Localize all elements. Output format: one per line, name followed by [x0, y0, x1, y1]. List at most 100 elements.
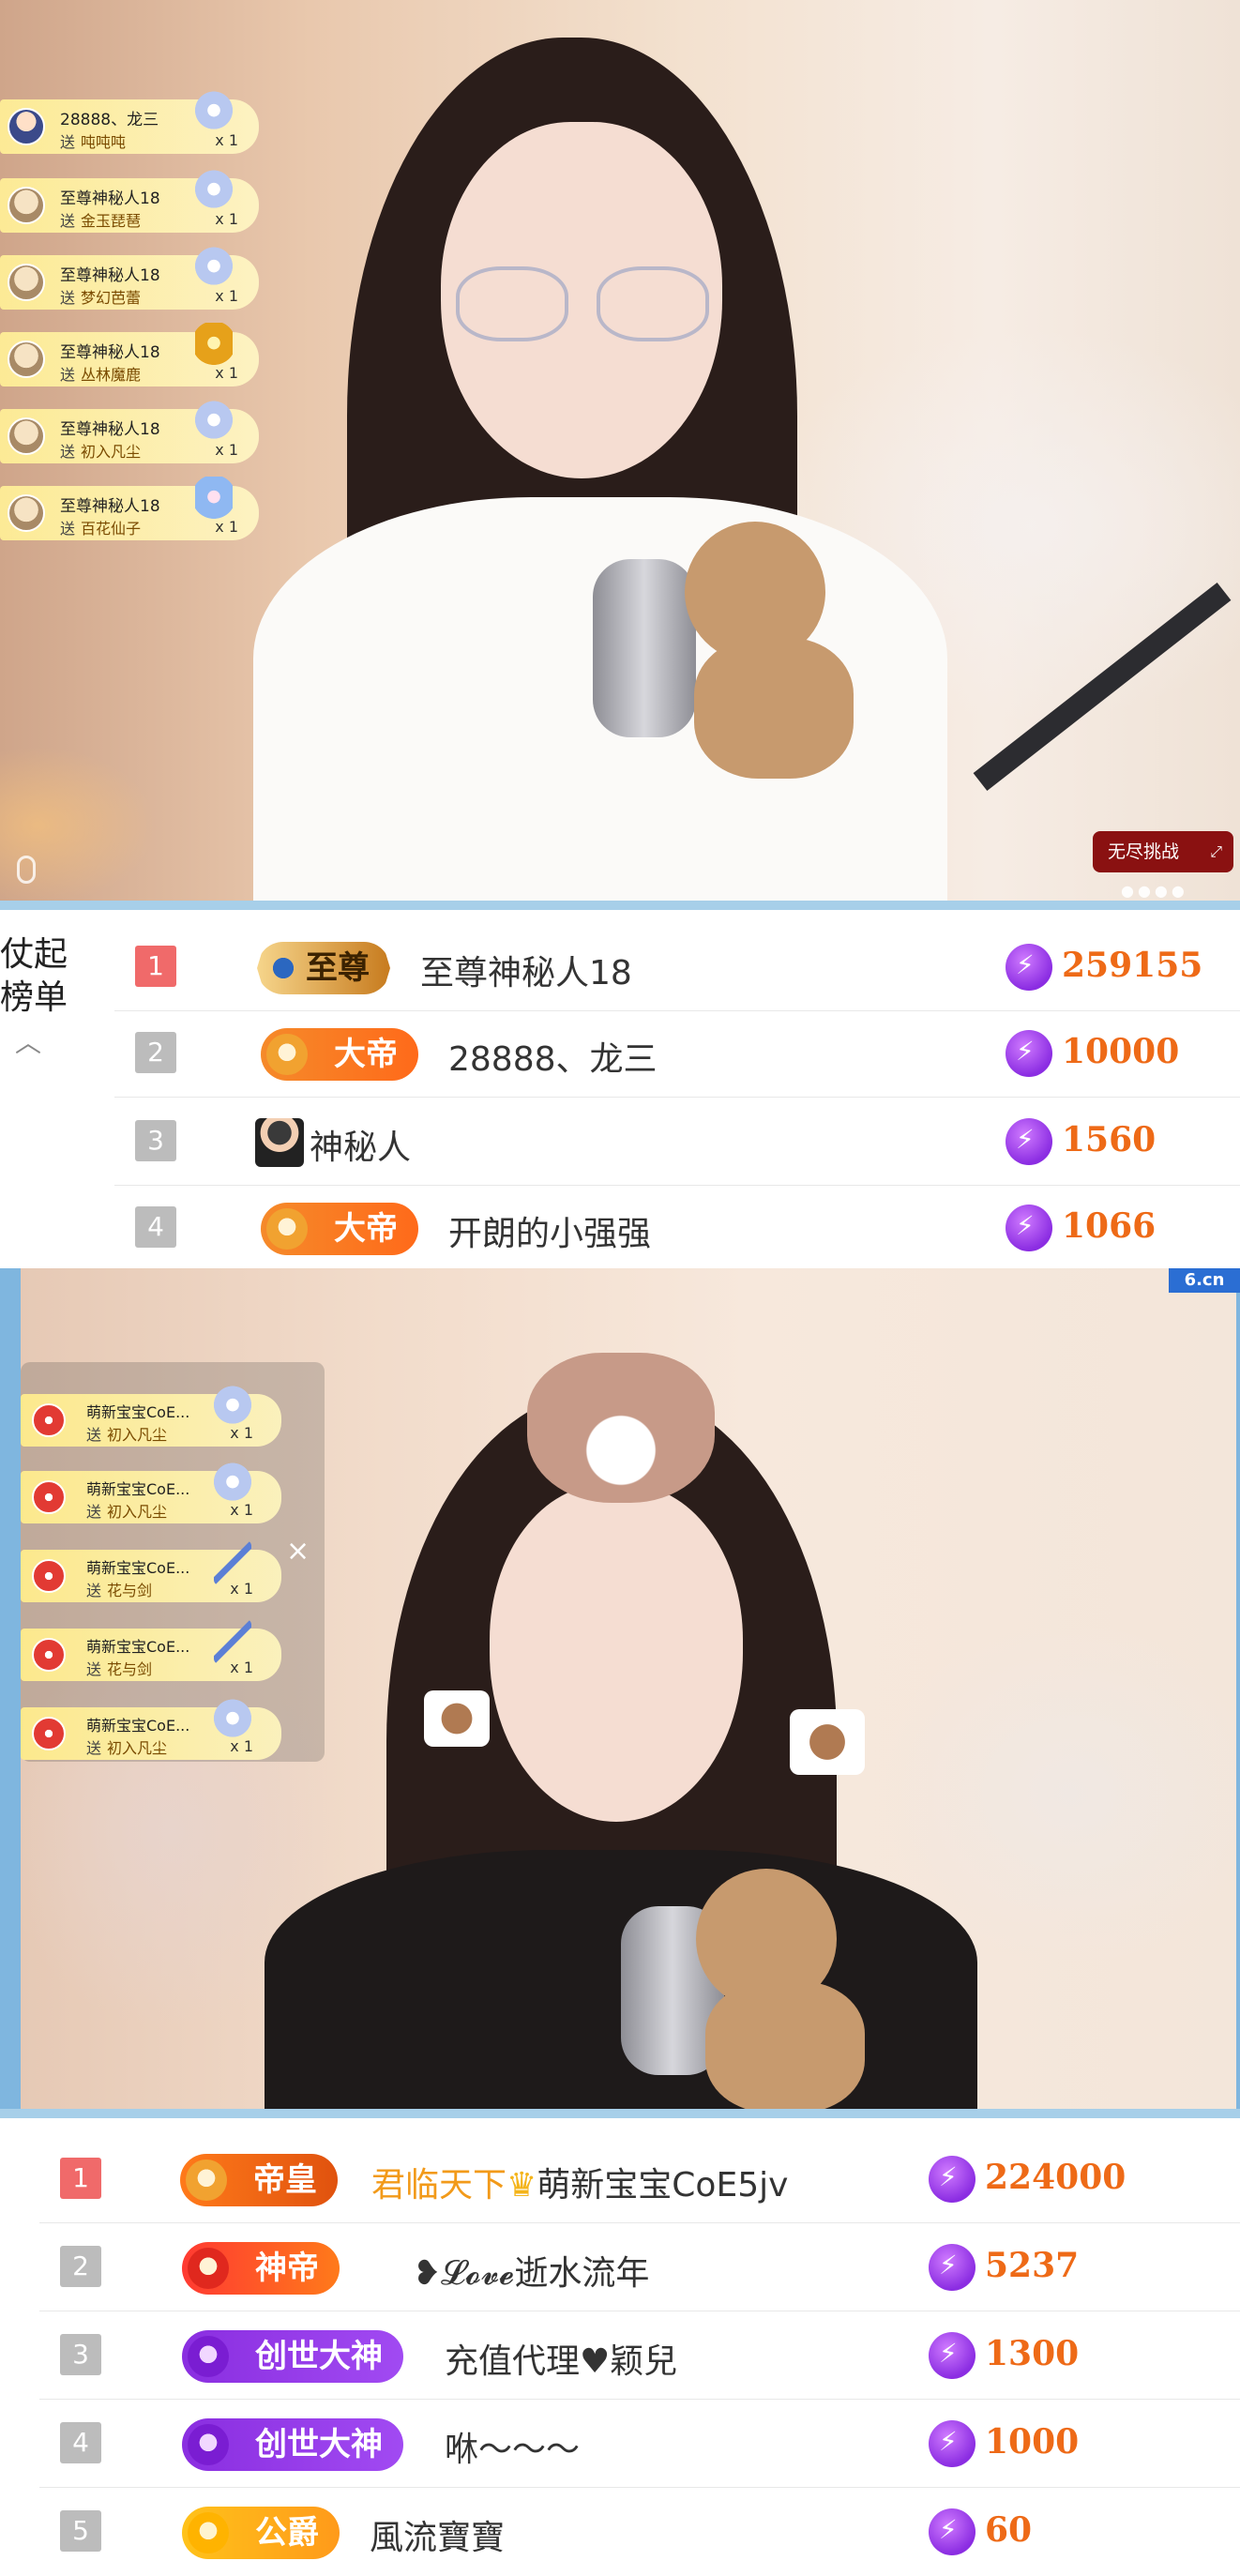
lightning-icon: [1006, 1118, 1052, 1165]
rank-row[interactable]: 3 创世大神 充值代理♥颖兒 1300: [39, 2313, 1240, 2400]
coffee-cup-icon: [424, 1690, 490, 1747]
badge-emblem-icon: [188, 2424, 229, 2465]
glasses-left: [456, 266, 568, 341]
mask-avatar: [8, 187, 45, 224]
expand-icon: ⤢: [1210, 842, 1222, 860]
toast-count: x 1: [215, 210, 238, 228]
gift-icon: [195, 477, 233, 522]
badge-emblem-icon: [186, 2159, 227, 2201]
gift-toast: 萌新宝宝CoE... 送初入凡尘 x 1: [21, 1462, 281, 1523]
side-tab-contribution-board[interactable]: 仗起 榜单: [0, 933, 75, 1020]
toast-gift: 送初入凡尘: [86, 1426, 168, 1444]
rank-badge: 公爵: [182, 2507, 340, 2559]
rank-row[interactable]: 2 神帝 ❥𝓛𝓸𝓿𝓮逝水流年 5237: [39, 2225, 1240, 2311]
gift-toast: 至尊神秘人18 送丛林魔鹿 x 1: [0, 323, 259, 386]
close-icon[interactable]: ×: [286, 1535, 310, 1568]
rank-row[interactable]: 4 创世大神 咻～～～ 1000: [39, 2402, 1240, 2488]
badge-emblem-icon: [266, 1208, 308, 1250]
chevron-up-icon[interactable]: ︿: [15, 1023, 41, 1060]
rank-badge: 创世大神: [182, 2330, 403, 2383]
rank-username: 風流寶寶: [370, 2519, 506, 2557]
teddy-bear-body: [705, 1981, 865, 2113]
sword-icon: [214, 1540, 251, 1585]
user-avatar: [32, 1638, 66, 1672]
rank-value: 60: [985, 2510, 1033, 2550]
toast-gift: 送初入凡尘: [60, 443, 142, 461]
lightning-icon: [1006, 1205, 1052, 1251]
challenge-label: 无尽挑战: [1108, 841, 1180, 862]
rank-row[interactable]: 3 神秘人 1560: [114, 1099, 1240, 1186]
carousel-dots-icon[interactable]: ●●●●: [1121, 882, 1188, 900]
rank-row[interactable]: 1 帝皇 君临天下♛萌新宝宝CoE5jv 224000: [39, 2137, 1240, 2223]
rank-number: 1: [135, 946, 176, 987]
toast-gift: 送吨吨吨: [60, 133, 127, 151]
rank-badge: 神帝: [182, 2242, 340, 2295]
rank-badge: 大帝: [261, 1028, 418, 1081]
title-prefix: 君临天下: [371, 2166, 507, 2205]
gift-icon: [214, 1385, 251, 1430]
rank-number: 4: [135, 1206, 176, 1248]
toast-count: x 1: [230, 1737, 253, 1755]
gift-icon: [195, 169, 233, 214]
user-avatar: [32, 1403, 66, 1437]
gift-toast: 至尊神秘人18 送金玉琵琶 x 1: [0, 169, 259, 233]
rank-username: 咻～～～: [445, 2431, 581, 2469]
rank-row[interactable]: 5 公爵 風流寶寶 60: [39, 2490, 1240, 2576]
toast-username: 萌新宝宝CoE...: [86, 1480, 190, 1498]
toast-count: x 1: [230, 1424, 253, 1442]
rank-value: 1066: [1062, 1206, 1157, 1246]
toast-count: x 1: [215, 441, 238, 459]
toast-gift: 送百花仙子: [60, 520, 142, 538]
toast-username: 至尊神秘人18: [60, 266, 160, 285]
toast-count: x 1: [215, 518, 238, 536]
endless-challenge-button[interactable]: 无尽挑战 ⤢: [1093, 831, 1233, 872]
rank-row[interactable]: 2 大帝 28888、龙三 10000: [114, 1011, 1240, 1098]
toast-username: 至尊神秘人18: [60, 420, 160, 439]
rank-row[interactable]: 1 至尊 至尊神秘人18 259155: [114, 925, 1240, 1011]
mask-avatar: [8, 494, 45, 532]
mystery-user-icon: [255, 1118, 304, 1167]
badge-emblem-icon: [188, 2336, 229, 2377]
mask-avatar: [8, 341, 45, 378]
gift-icon: [214, 1698, 251, 1743]
rank-username: 充值代理♥颖兒: [445, 2342, 678, 2381]
teddy-bear-body: [694, 638, 854, 779]
lightning-icon: [929, 2244, 975, 2291]
user-avatar: [8, 108, 45, 145]
rank-number: 1: [60, 2158, 101, 2199]
gift-icon: [195, 323, 233, 368]
rank-username: 28888、龙三: [448, 1040, 658, 1079]
crown-icon: ♛: [507, 2166, 537, 2205]
gift-toast: 至尊神秘人18 送百花仙子 x 1: [0, 477, 259, 540]
toast-gift: 送丛林魔鹿: [60, 366, 142, 384]
rank-username: 开朗的小强强: [448, 1215, 652, 1253]
rank-username: 至尊神秘人18: [420, 954, 632, 993]
rank-badge: 大帝: [261, 1203, 418, 1255]
toast-username: 萌新宝宝CoE...: [86, 1717, 190, 1735]
toast-username: 至尊神秘人18: [60, 343, 160, 362]
gift-toast: 萌新宝宝CoE... 送花与剑 x 1: [21, 1540, 281, 1602]
gift-toast: 28888、龙三 送吨吨吨 x 1: [0, 90, 259, 154]
toast-gift: 送梦幻芭蕾: [60, 289, 142, 307]
lightning-icon: [1006, 1030, 1052, 1077]
microphone-icon[interactable]: [17, 856, 36, 884]
mask-avatar: [8, 417, 45, 455]
rank-badge: 帝皇: [180, 2154, 338, 2206]
microphone: [593, 559, 696, 737]
sword-icon: [214, 1619, 251, 1664]
user-avatar: [32, 1559, 66, 1593]
cat-sticker-icon: [527, 1353, 715, 1503]
lightning-icon: [929, 2508, 975, 2555]
lightning-icon: [1006, 944, 1052, 991]
toast-gift: 送花与剑: [86, 1582, 153, 1599]
gift-toast: 萌新宝宝CoE... 送初入凡尘 x 1: [21, 1385, 281, 1447]
rank-value: 10000: [1062, 1032, 1180, 1071]
toast-username: 萌新宝宝CoE...: [86, 1403, 190, 1421]
rank-row[interactable]: 4 大帝 开朗的小强强 1066: [114, 1186, 1240, 1272]
live-video-1[interactable]: 28888、龙三 送吨吨吨 x 1 至尊神秘人18 送金玉琵琶 x 1 至尊神秘…: [0, 0, 1240, 901]
badge-emblem-icon: [266, 1034, 308, 1075]
toast-username: 28888、龙三: [60, 111, 159, 129]
gift-icon: [195, 246, 233, 291]
rank-value: 259155: [1062, 946, 1203, 985]
rank-value: 1300: [985, 2334, 1080, 2373]
